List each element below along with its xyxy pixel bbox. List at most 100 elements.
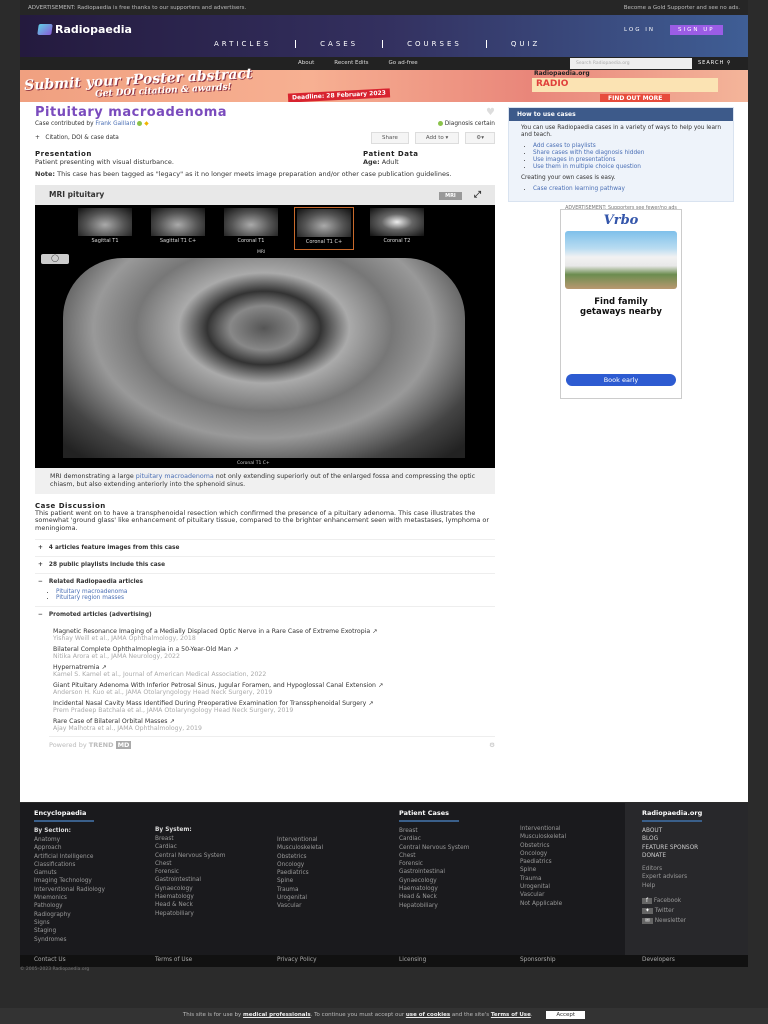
footer-link[interactable]: Spine [277, 877, 323, 885]
footer-link[interactable]: Approach [34, 844, 105, 852]
footer-link[interactable]: Forensic [155, 868, 265, 876]
footer-link[interactable]: Musculoskeletal [520, 833, 566, 841]
gear-icon[interactable]: ⚙ [489, 741, 495, 749]
footer-link[interactable]: Cardiac [155, 843, 265, 851]
footer-link[interactable]: Mnemonics [34, 894, 105, 902]
trendmd-logo[interactable]: Powered by TREND MD [49, 740, 132, 749]
footer-link[interactable]: Breast [399, 827, 509, 835]
footer-link[interactable]: BLOG [642, 835, 702, 843]
promoted-item[interactable]: Hypernatremia ↗ Kamel S. Kamel et al., Jo… [53, 664, 495, 678]
ad-cta-button[interactable]: Book early [566, 374, 676, 386]
accordion-articles[interactable]: + 4 articles feature images from this ca… [35, 538, 495, 556]
footer-link[interactable]: ABOUT [642, 827, 702, 835]
footer-link[interactable]: Haematology [155, 893, 265, 901]
nav-courses[interactable]: COURSES [383, 40, 487, 48]
footer-link[interactable]: Musculoskeletal [277, 844, 323, 852]
footer-link[interactable]: Vascular [520, 891, 566, 899]
footer-link[interactable]: Artificial Intelligence [34, 853, 105, 861]
nav-cases[interactable]: CASES [296, 40, 384, 48]
footer-link[interactable]: Expert advisers [642, 873, 702, 881]
promoted-item[interactable]: Giant Pituitary Adenoma With Inferior Pe… [53, 682, 495, 696]
footer-link[interactable]: Syndromes [34, 936, 105, 944]
promoted-item[interactable]: Rare Case of Bilateral Orbital Masses ↗ A… [53, 718, 495, 732]
citation-toggle[interactable]: + Citation, DOI & case data [35, 135, 119, 141]
footer-link[interactable]: Gamuts [34, 869, 105, 877]
footer-link[interactable]: Chest [399, 852, 509, 860]
footer-link[interactable]: Vascular [277, 902, 323, 910]
search-button[interactable]: SEARCH ⚲ [698, 60, 732, 66]
footer-link[interactable]: Paediatrics [520, 858, 566, 866]
thumb-coronal-t1[interactable]: Coronal T1 [221, 207, 281, 250]
shuffle-icon[interactable]: ⤢ [474, 190, 481, 200]
footer-link[interactable]: Haematology [399, 885, 509, 893]
howto-link[interactable]: Use them in multiple choice question [533, 164, 641, 170]
footer-link[interactable]: DONATE [642, 852, 702, 860]
footer-link[interactable]: Central Nervous System [399, 844, 509, 852]
footer-link[interactable]: Gastrointestinal [399, 868, 509, 876]
footer-link[interactable]: Oncology [277, 861, 323, 869]
settings-button[interactable]: ⚙▾ [465, 132, 495, 144]
image-stage[interactable]: ◯ MRI Coronal T1 C+ [35, 249, 495, 468]
footer-link[interactable]: Forensic [399, 860, 509, 868]
author-link[interactable]: Frank Gaillard [95, 121, 135, 127]
thumb-coronal-t2[interactable]: Coronal T2 [367, 207, 427, 250]
footer-link[interactable]: Breast [155, 835, 265, 843]
footer-link[interactable]: Pathology [34, 902, 105, 910]
sponsorship-link[interactable]: Sponsorship [520, 957, 556, 963]
related-link[interactable]: Pituitary region masses [56, 595, 124, 601]
footer-link[interactable]: Classifications [34, 861, 105, 869]
footer-link[interactable]: Editors [642, 865, 702, 873]
privacy-link[interactable]: Privacy Policy [277, 957, 317, 963]
thumb-sagittal-t1[interactable]: Sagittal T1 [75, 207, 135, 250]
footer-link[interactable]: Not Applicable [520, 900, 566, 908]
footer-link[interactable]: Head & Neck [399, 893, 509, 901]
logo[interactable]: Radiopaedia [37, 23, 132, 36]
footer-link[interactable]: Urogenital [520, 883, 566, 891]
accordion-playlists[interactable]: + 28 public playlists include this case [35, 555, 495, 573]
footer-link[interactable]: Gynaecology [399, 877, 509, 885]
caption-link[interactable]: pituitary macroadenoma [136, 473, 214, 480]
howto-link[interactable]: Use images in presentations [533, 157, 615, 163]
nav-articles[interactable]: ARTICLES [190, 40, 297, 48]
share-button[interactable]: Share [370, 132, 409, 144]
footer-link[interactable]: Interventional [520, 825, 566, 833]
licensing-link[interactable]: Licensing [399, 957, 426, 963]
footer-link[interactable]: Chest [155, 860, 265, 868]
promoted-item[interactable]: Magnetic Resonance Imaging of a Medially… [53, 628, 495, 642]
thumb-coronal-t1-c[interactable]: Coronal T1 C+ [294, 206, 354, 250]
footer-link[interactable]: Paediatrics [277, 869, 323, 877]
newsletter-link[interactable]: ✉ Newsletter [642, 916, 702, 926]
footer-link[interactable]: Hepatobiliary [399, 902, 509, 910]
footer-link[interactable]: Trauma [520, 875, 566, 883]
footer-link[interactable]: Hepatobiliary [155, 910, 265, 918]
footer-link[interactable]: Anatomy [34, 836, 105, 844]
footer-link[interactable]: Head & Neck [155, 901, 265, 909]
footer-link[interactable]: Oncology [520, 850, 566, 858]
footer-link[interactable]: Obstetrics [277, 853, 323, 861]
rposter-banner[interactable]: Submit your rPoster abstract Get DOI cit… [20, 66, 748, 103]
howto-link[interactable]: Share cases with the diagnosis hidden [533, 150, 644, 156]
about-link[interactable]: About [298, 60, 314, 66]
heart-icon[interactable]: ♥ [486, 107, 495, 118]
footer-link[interactable]: Gynaecology [155, 885, 265, 893]
terms-link[interactable]: Terms of Use [155, 957, 192, 963]
gold-supporter-link[interactable]: Become a Gold Supporter and see no ads. [624, 5, 740, 11]
footer-link[interactable]: Spine [520, 866, 566, 874]
footer-link[interactable]: Trauma [277, 886, 323, 894]
nav-quiz[interactable]: QUIZ [487, 40, 565, 48]
facebook-link[interactable]: f Facebook [642, 896, 702, 906]
ad-free-link[interactable]: Go ad-free [389, 60, 418, 66]
terms-link[interactable]: Terms of Use [491, 1012, 531, 1018]
footer-link[interactable]: Imaging Technology [34, 877, 105, 885]
signup-button[interactable]: SIGN UP [670, 25, 723, 35]
footer-link[interactable]: Gastrointestinal [155, 876, 265, 884]
pathway-link[interactable]: Case creation learning pathway [533, 186, 625, 192]
footer-link[interactable]: Urogenital [277, 894, 323, 902]
footer-link[interactable]: Staging [34, 927, 105, 935]
footer-link[interactable]: Cardiac [399, 835, 509, 843]
medical-professionals-link[interactable]: medical professionals [243, 1012, 311, 1018]
accept-button[interactable]: Accept [546, 1011, 586, 1019]
promoted-item[interactable]: Incidental Nasal Cavity Mass Identified … [53, 700, 495, 714]
contact-link[interactable]: Contact Us [34, 957, 66, 963]
footer-link[interactable]: Help [642, 882, 702, 890]
